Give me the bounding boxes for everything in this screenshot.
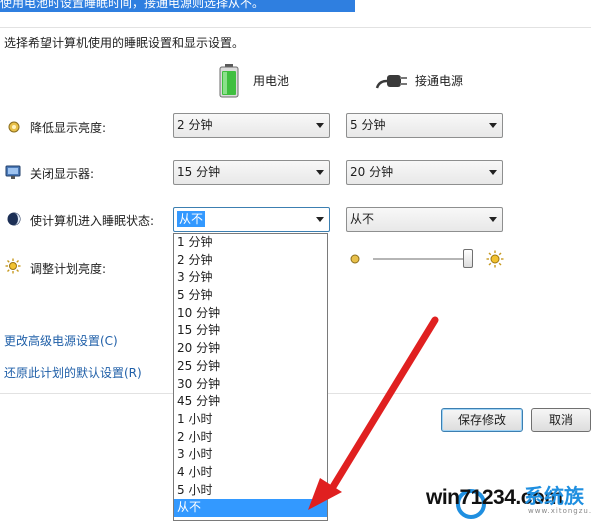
sleep-battery-select[interactable]: 从不 <box>173 207 330 232</box>
cancel-button[interactable]: 取消 <box>531 408 591 432</box>
brightness-slider-thumb[interactable] <box>463 249 473 268</box>
dim-plugged-select[interactable]: 5 分钟 <box>346 113 503 138</box>
watermark: win71234.com 系统族 www.xitongzu.com <box>420 480 591 521</box>
chevron-down-icon <box>489 170 497 175</box>
chevron-down-icon <box>316 170 324 175</box>
sleep-plugged-value: 从不 <box>350 212 375 226</box>
top-divider <box>0 27 591 28</box>
instruction-text: 选择希望计算机使用的睡眠设置和显示设置。 <box>4 36 245 50</box>
battery-icon <box>218 64 240 98</box>
chevron-down-icon <box>316 217 324 222</box>
watermark-small-url: www.xitongzu.com <box>528 507 591 515</box>
save-changes-button[interactable]: 保存修改 <box>441 408 523 432</box>
dropdown-option[interactable]: 2 分钟 <box>174 252 327 270</box>
chevron-down-icon <box>489 217 497 222</box>
sun-icon <box>5 258 21 274</box>
top-caption-banner: 使用电池时设置睡眠时间，接通电源则选择从不。 <box>0 0 355 12</box>
dim-display-label: 降低显示亮度: <box>30 121 107 135</box>
off-battery-select[interactable]: 15 分钟 <box>173 160 330 185</box>
sleep-plugged-select[interactable]: 从不 <box>346 207 503 232</box>
dim-battery-value: 2 分钟 <box>177 118 213 132</box>
dim-battery-select[interactable]: 2 分钟 <box>173 113 330 138</box>
moon-icon <box>6 211 22 227</box>
dropdown-option[interactable]: 3 分钟 <box>174 269 327 287</box>
chevron-down-icon <box>316 123 324 128</box>
dropdown-option[interactable]: 1 分钟 <box>174 234 327 252</box>
restore-defaults-link[interactable]: 还原此计划的默认设置(R) <box>4 364 142 381</box>
monitor-icon <box>5 164 21 180</box>
off-plugged-value: 20 分钟 <box>350 165 394 179</box>
off-battery-value: 15 分钟 <box>177 165 221 179</box>
dim-brightness-icon <box>6 119 22 135</box>
turn-off-display-label: 关闭显示器: <box>30 167 95 181</box>
adjust-brightness-label: 调整计划亮度: <box>30 262 107 276</box>
sleep-label: 使计算机进入睡眠状态: <box>30 214 155 228</box>
advanced-power-settings-link[interactable]: 更改高级电源设置(C) <box>4 332 118 349</box>
bright-sun-icon <box>486 250 504 268</box>
plugged-column-header: 接通电源 <box>415 74 464 88</box>
dim-sun-icon <box>349 253 361 265</box>
watermark-brand: 系统族 <box>524 484 584 508</box>
battery-column-header: 用电池 <box>253 74 290 88</box>
top-caption-text: 使用电池时设置睡眠时间，接通电源则选择从不。 <box>0 0 265 10</box>
off-plugged-select[interactable]: 20 分钟 <box>346 160 503 185</box>
dim-plugged-value: 5 分钟 <box>350 118 386 132</box>
chevron-down-icon <box>489 123 497 128</box>
power-plug-icon <box>375 70 409 92</box>
brightness-slider-track[interactable] <box>373 258 473 260</box>
sleep-battery-value: 从不 <box>177 211 206 227</box>
